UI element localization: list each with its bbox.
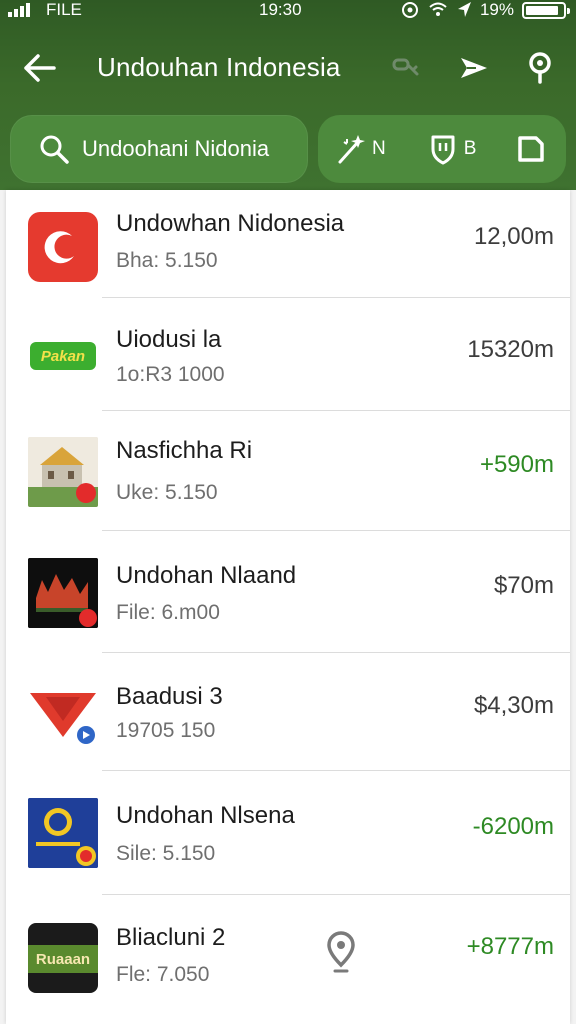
list-item[interactable]: Undowhan Nidonesia Bha: 5.150 12,00m — [6, 190, 570, 298]
item-value: 12,00m — [473, 223, 554, 250]
item-value: 15320m — [467, 336, 554, 363]
status-bar: FILE 19:30 19% — [0, 0, 576, 24]
dark-card-icon: Ruaaan — [28, 923, 98, 993]
copy-icon — [518, 136, 545, 162]
item-title: Uiodusi la — [116, 326, 222, 353]
item-subtitle: Uke: 5.150 — [116, 481, 218, 504]
battery-icon — [522, 1, 570, 19]
item-subtitle: Bha: 5.150 — [116, 249, 218, 272]
carrier-label: FILE — [46, 0, 82, 19]
filter-label-b: B — [463, 138, 477, 159]
filter-copy-button[interactable] — [516, 134, 546, 164]
item-value: +590m — [479, 451, 554, 478]
filter-wand-button[interactable]: N — [336, 132, 386, 166]
dark-city-icon — [28, 558, 98, 628]
item-title: Undohan Nlaand — [116, 562, 297, 589]
list-item[interactable]: Baadusi 3 19705 150 $4,30m — [6, 653, 570, 771]
house-photo-icon — [28, 437, 98, 507]
back-button[interactable] — [18, 50, 60, 86]
list-item[interactable]: Nasfichha Ri Uke: 5.150 +590m — [6, 411, 570, 531]
item-value: $70m — [493, 572, 554, 599]
key-icon — [392, 58, 419, 76]
item-title: Baadusi 3 — [116, 683, 223, 710]
list-item[interactable]: Undohan Nlsena Sile: 5.150 -6200m — [6, 771, 570, 895]
filter-shield-button[interactable]: B — [430, 133, 477, 165]
item-value: +8777m — [466, 933, 554, 960]
red-triangle-icon — [28, 679, 98, 749]
filter-bar: N B — [318, 115, 566, 183]
alarm-icon — [401, 2, 418, 18]
item-subtitle: 1o:R3 1000 — [116, 363, 225, 386]
app-bar: Undouhan Indonesia — [0, 40, 576, 96]
item-value: -6200m — [472, 813, 554, 840]
magic-wand-icon — [338, 135, 365, 164]
battery-percent: 19% — [479, 0, 514, 19]
send-icon — [461, 58, 487, 78]
red-app-icon — [28, 212, 98, 282]
status-time: 19:30 — [259, 0, 302, 19]
back-arrow-icon — [24, 54, 56, 82]
item-title: Undowhan Nidonesia — [116, 210, 345, 237]
app-header: FILE 19:30 19% Undouhan Indonesia Undooh… — [0, 0, 576, 190]
send-button[interactable] — [454, 50, 494, 86]
location-pin-icon[interactable] — [326, 931, 356, 975]
item-title: Bliacluni 2 — [116, 924, 226, 951]
item-subtitle: File: 6.m00 — [116, 601, 220, 624]
item-value: $4,30m — [473, 692, 554, 719]
page-title: Undouhan Indonesia — [97, 52, 341, 82]
shield-icon — [431, 135, 455, 165]
search-text: Undoohani Nidonia — [82, 136, 270, 161]
location-arrow-icon — [457, 2, 471, 17]
item-subtitle: 19705 150 — [116, 719, 216, 742]
results-list: Undowhan Nidonesia Bha: 5.150 12,00m Pak… — [6, 190, 570, 1024]
filter-label-n: N — [372, 138, 386, 159]
item-title: Undohan Nlsena — [116, 802, 295, 829]
item-subtitle: Sile: 5.150 — [116, 842, 216, 865]
search-icon — [36, 131, 72, 167]
item-title: Nasfichha Ri — [116, 437, 253, 464]
wifi-icon — [429, 2, 447, 16]
green-label-icon: Pakan — [28, 320, 98, 390]
key-button[interactable] — [386, 50, 426, 86]
map-pin-icon — [529, 52, 551, 84]
signal-icon — [8, 3, 30, 17]
list-item[interactable]: Undohan Nlaand File: 6.m00 $70m — [6, 531, 570, 653]
item-subtitle: Fle: 7.050 — [116, 963, 210, 986]
location-button[interactable] — [520, 50, 560, 86]
blue-badge-icon — [28, 798, 98, 868]
list-item[interactable]: Ruaaan Bliacluni 2 Fle: 7.050 +8777m — [6, 895, 570, 1017]
list-item[interactable]: Pakan Uiodusi la 1o:R3 1000 15320m — [6, 298, 570, 411]
search-bar[interactable]: Undoohani Nidonia — [10, 115, 308, 183]
